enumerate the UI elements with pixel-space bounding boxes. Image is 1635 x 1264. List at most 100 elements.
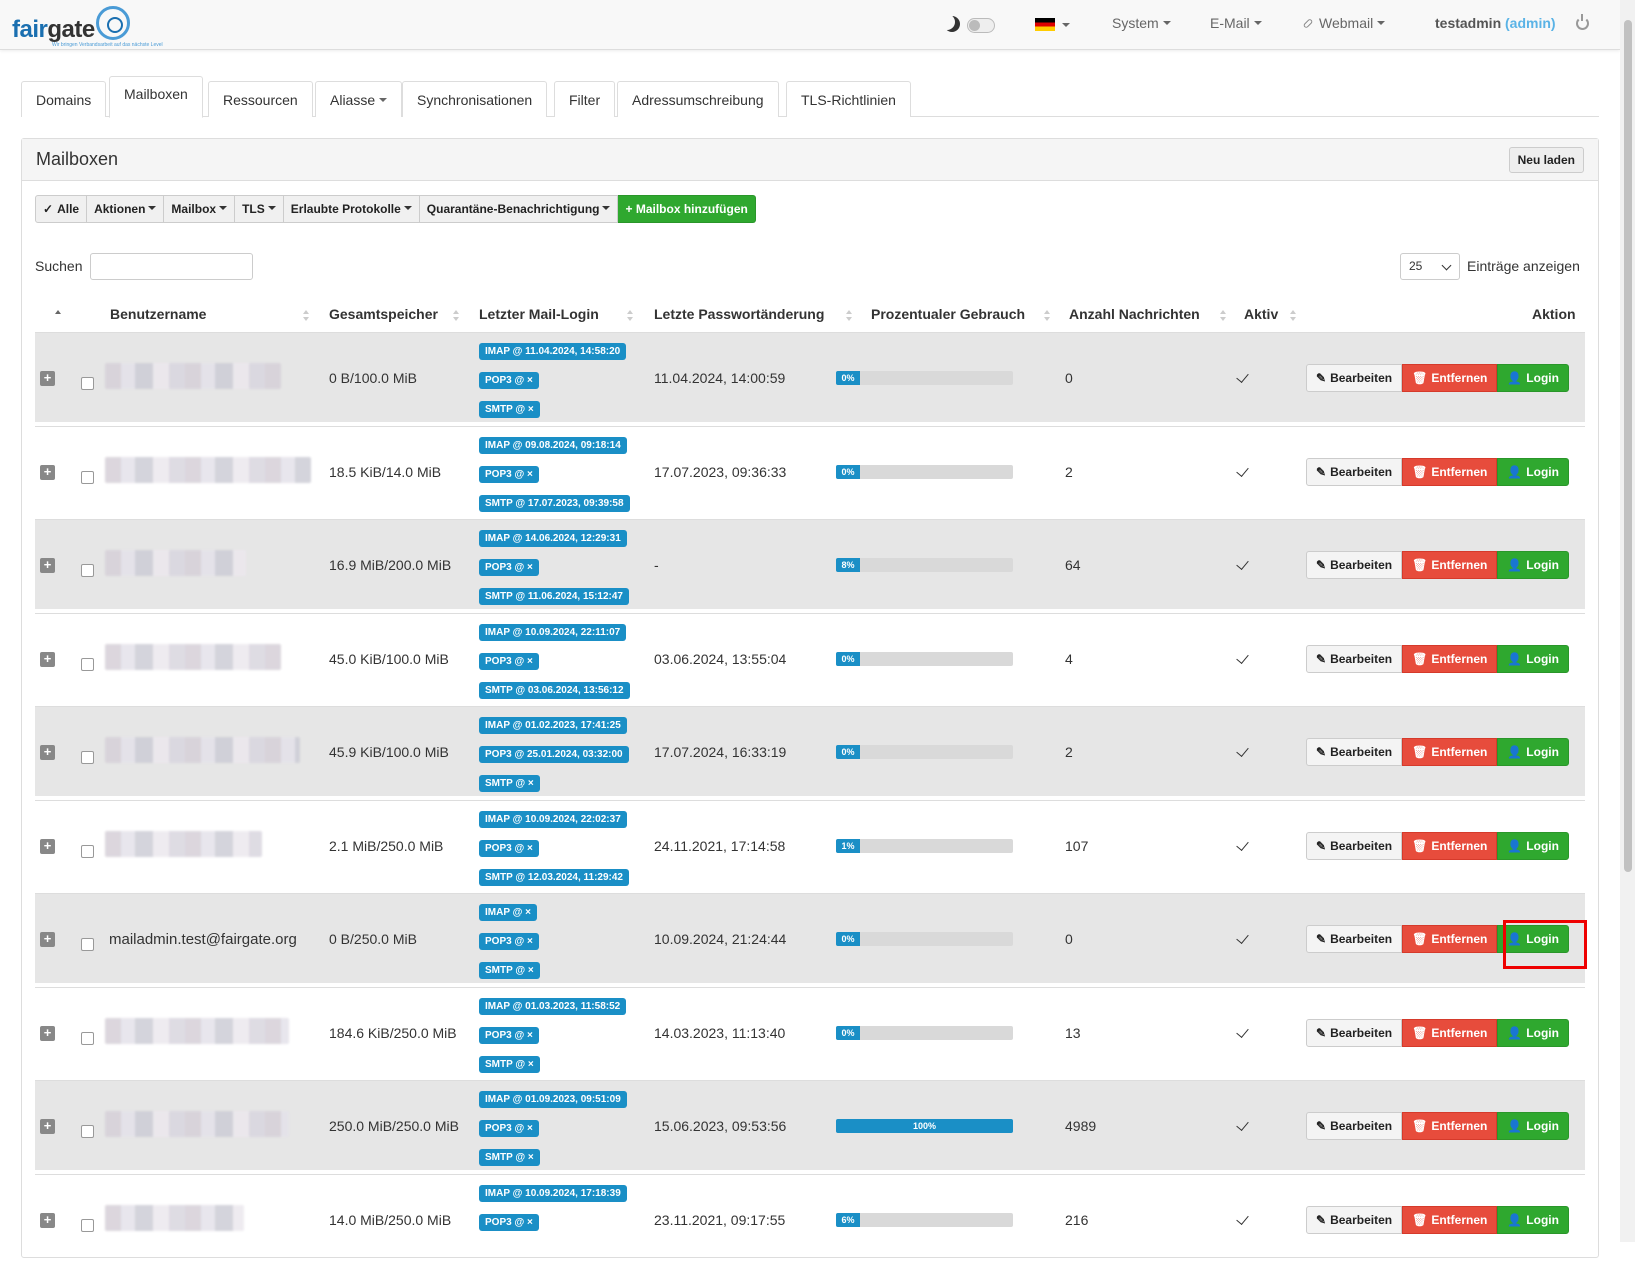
sort-icon[interactable] bbox=[627, 310, 633, 322]
sort-icon[interactable] bbox=[1044, 310, 1050, 322]
reload-button[interactable]: Neu laden bbox=[1508, 147, 1584, 173]
username-redacted bbox=[105, 550, 246, 576]
row-checkbox[interactable] bbox=[81, 844, 94, 858]
tls-dropdown[interactable]: TLS bbox=[235, 195, 284, 223]
entries-length-select[interactable]: 25 bbox=[1400, 253, 1460, 280]
tab-mailboxen[interactable]: Mailboxen bbox=[109, 76, 203, 118]
tab-synchronisationen[interactable]: Synchronisationen bbox=[402, 81, 548, 117]
col-messages[interactable]: Anzahl Nachrichten bbox=[1069, 306, 1200, 322]
user-icon: 👤 bbox=[1507, 1119, 1523, 1133]
sort-icon[interactable] bbox=[846, 310, 852, 322]
col-usage[interactable]: Prozentualer Gebrauch bbox=[871, 306, 1025, 322]
remove-button[interactable]: 🗑 Entfernen bbox=[1402, 925, 1498, 953]
row-checkbox[interactable] bbox=[81, 657, 94, 671]
col-username[interactable]: Benutzername bbox=[110, 306, 206, 322]
add-mailbox-button[interactable]: + Mailbox hinzufügen bbox=[618, 195, 756, 223]
login-button[interactable]: 👤 Login bbox=[1497, 1018, 1569, 1047]
row-checkbox[interactable] bbox=[81, 938, 94, 951]
messages-count-cell: 0 bbox=[1065, 931, 1073, 947]
remove-button[interactable]: 🗑 Entfernen bbox=[1402, 1112, 1498, 1140]
scrollbar-thumb[interactable] bbox=[1624, 20, 1632, 872]
sort-icon[interactable] bbox=[303, 310, 309, 322]
edit-button[interactable]: ✎ Bearbeiten bbox=[1306, 364, 1403, 392]
login-button[interactable]: 👤 Login bbox=[1497, 1112, 1569, 1140]
login-button[interactable]: 👤 Login bbox=[1497, 644, 1569, 673]
sort-icon[interactable] bbox=[1290, 310, 1296, 322]
col-last-pw-change[interactable]: Letzte Passwortänderung bbox=[654, 306, 824, 322]
language-flag-de-icon[interactable] bbox=[1035, 18, 1055, 31]
quarantine-dropdown[interactable]: Quarantäne-Benachrichtigung bbox=[419, 195, 619, 223]
pop3-login-badge: POP3 @ × bbox=[479, 1213, 539, 1231]
remove-button[interactable]: 🗑 Entfernen bbox=[1402, 364, 1498, 392]
edit-button[interactable]: ✎ Bearbeiten bbox=[1306, 925, 1403, 953]
sort-icon[interactable] bbox=[55, 310, 61, 322]
nav-webmail[interactable]: Webmail bbox=[1302, 15, 1385, 31]
row-checkbox[interactable] bbox=[81, 1125, 94, 1138]
edit-button[interactable]: ✎ Bearbeiten bbox=[1306, 457, 1403, 486]
remove-button[interactable]: 🗑 Entfernen bbox=[1402, 738, 1498, 766]
sort-icon[interactable] bbox=[453, 310, 459, 322]
expand-row-icon[interactable]: + bbox=[40, 1212, 55, 1228]
tab-tls-richtlinien[interactable]: TLS-Richtlinien bbox=[786, 81, 911, 117]
edit-button[interactable]: ✎ Bearbeiten bbox=[1306, 1018, 1403, 1047]
expand-row-icon[interactable]: + bbox=[40, 371, 55, 386]
col-quota[interactable]: Gesamtspeicher bbox=[329, 306, 438, 322]
row-checkbox[interactable] bbox=[81, 470, 94, 484]
expand-row-icon[interactable]: + bbox=[40, 1025, 55, 1041]
edit-button[interactable]: ✎ Bearbeiten bbox=[1306, 1112, 1403, 1140]
edit-button[interactable]: ✎ Bearbeiten bbox=[1306, 644, 1403, 673]
tab-ressourcen[interactable]: Ressourcen bbox=[208, 81, 313, 117]
edit-button[interactable]: ✎ Bearbeiten bbox=[1306, 1205, 1403, 1234]
tab-domains[interactable]: Domains bbox=[21, 81, 107, 117]
remove-button[interactable]: 🗑 Entfernen bbox=[1402, 831, 1498, 860]
imap-login-badge: IMAP @ 11.04.2024, 14:58:20 bbox=[479, 343, 627, 360]
login-button[interactable]: 👤 Login bbox=[1497, 551, 1569, 579]
nav-email[interactable]: E-Mail bbox=[1210, 15, 1262, 31]
protocols-dropdown[interactable]: Erlaubte Protokolle bbox=[283, 195, 420, 223]
actions-dropdown[interactable]: Aktionen bbox=[87, 195, 165, 223]
language-caret-icon[interactable] bbox=[1062, 23, 1070, 27]
edit-button[interactable]: ✎ Bearbeiten bbox=[1306, 831, 1403, 860]
tab-aliasse[interactable]: Aliasse bbox=[315, 81, 403, 117]
col-active[interactable]: Aktiv bbox=[1244, 306, 1278, 322]
row-checkbox[interactable] bbox=[81, 751, 94, 764]
login-button[interactable]: 👤 Login bbox=[1497, 457, 1569, 486]
row-checkbox[interactable] bbox=[81, 1031, 94, 1045]
remove-button[interactable]: 🗑 Entfernen bbox=[1402, 1018, 1498, 1047]
row-checkbox[interactable] bbox=[81, 377, 94, 390]
expand-row-icon[interactable]: + bbox=[40, 464, 55, 480]
expand-row-icon[interactable]: + bbox=[40, 932, 55, 947]
username-redacted bbox=[105, 1204, 244, 1231]
remove-button[interactable]: 🗑 Entfernen bbox=[1402, 1205, 1498, 1234]
tab-adressumschreibung[interactable]: Adressumschreibung bbox=[617, 81, 779, 117]
edit-button[interactable]: ✎ Bearbeiten bbox=[1306, 738, 1403, 766]
login-button[interactable]: 👤 Login bbox=[1497, 1205, 1569, 1234]
remove-button[interactable]: 🗑 Entfernen bbox=[1402, 551, 1498, 579]
remove-button[interactable]: 🗑 Entfernen bbox=[1402, 644, 1498, 673]
expand-row-icon[interactable]: + bbox=[40, 651, 55, 667]
sort-icon[interactable] bbox=[1220, 310, 1226, 322]
expand-row-icon[interactable]: + bbox=[40, 838, 55, 854]
dark-mode-toggle[interactable] bbox=[967, 18, 995, 33]
login-button[interactable]: 👤 Login bbox=[1497, 364, 1569, 392]
usage-progress-fill: 100% bbox=[836, 1119, 1013, 1133]
row-checkbox[interactable] bbox=[81, 564, 94, 577]
search-input[interactable] bbox=[90, 253, 253, 280]
mailbox-dropdown[interactable]: Mailbox bbox=[164, 195, 236, 223]
login-button[interactable]: 👤 Login bbox=[1497, 738, 1569, 766]
logout-power-icon[interactable] bbox=[1576, 14, 1589, 30]
col-last-login[interactable]: Letzter Mail-Login bbox=[479, 306, 599, 322]
expand-row-icon[interactable]: + bbox=[40, 558, 55, 573]
expand-row-icon[interactable]: + bbox=[40, 745, 55, 760]
expand-row-icon[interactable]: + bbox=[40, 1119, 55, 1134]
row-checkbox[interactable] bbox=[81, 1218, 94, 1232]
tab-filter[interactable]: Filter bbox=[554, 81, 616, 117]
trash-icon: 🗑 bbox=[1412, 464, 1428, 479]
smtp-login-badge: SMTP @ 03.06.2024, 13:56:12 bbox=[479, 681, 630, 699]
remove-button[interactable]: 🗑 Entfernen bbox=[1402, 457, 1498, 486]
select-all-button[interactable]: ✓ Alle bbox=[35, 195, 88, 223]
login-button[interactable]: 👤 Login bbox=[1497, 831, 1569, 860]
page-scrollbar[interactable] bbox=[1620, 0, 1635, 1242]
nav-system[interactable]: System bbox=[1112, 15, 1171, 31]
edit-button[interactable]: ✎ Bearbeiten bbox=[1306, 551, 1403, 579]
